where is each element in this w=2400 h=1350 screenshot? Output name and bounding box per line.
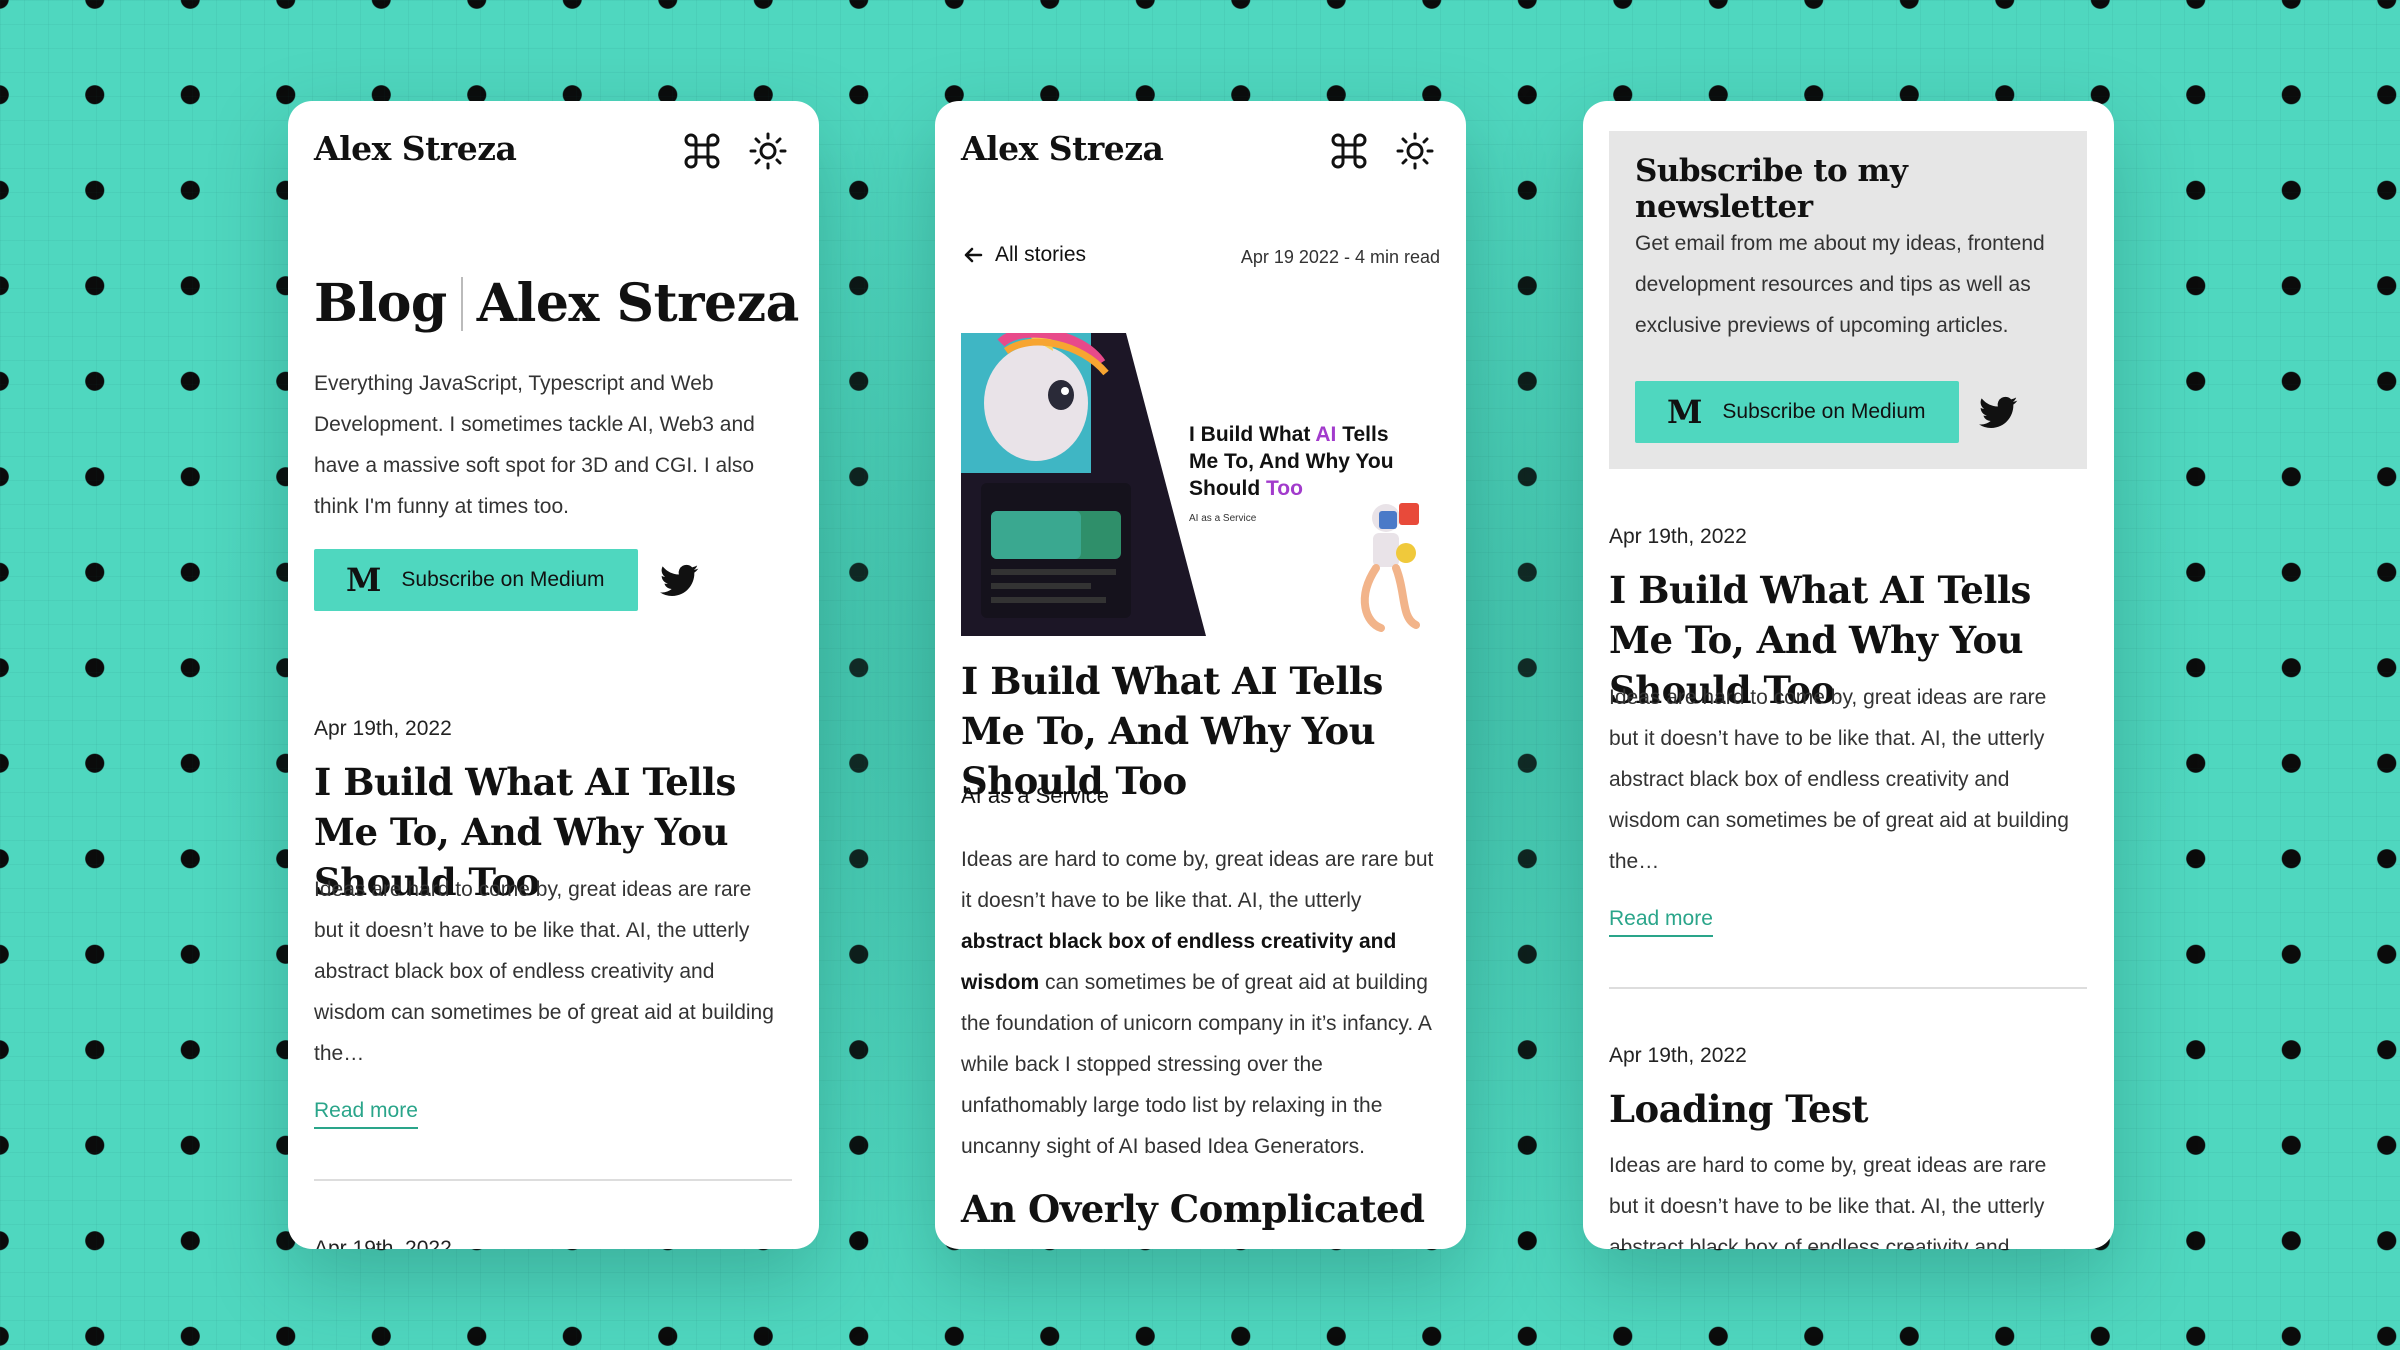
section-heading: An Overly Complicated	[961, 1187, 1425, 1231]
post-title[interactable]: Loading Test	[1609, 1084, 2099, 1134]
intro-text: Everything JavaScript, Typescript and We…	[314, 372, 755, 518]
back-label: All stories	[995, 243, 1087, 266]
phone-screen-article: Alex Streza All stories Apr 19 2022 - 4 …	[935, 101, 1466, 1249]
post-date: Apr 19th, 2022	[314, 717, 452, 740]
article-meta: Apr 19 2022 - 4 min read	[1240, 247, 1440, 267]
cover-title: I Build What AI Tells Me To, And Why You…	[1189, 421, 1419, 502]
newsletter-text: Get email from me about my ideas, fronte…	[1635, 232, 2045, 337]
post-divider	[1609, 987, 2087, 989]
command-icon[interactable]	[1329, 131, 1369, 171]
cover-title-too: Too	[1266, 477, 1303, 500]
newsletter-title: Subscribe to my newsletter	[1635, 153, 1908, 225]
read-more-link[interactable]: Read more	[314, 1099, 418, 1129]
post-date: Apr 19th, 2022	[1609, 1044, 1747, 1067]
medium-icon: M	[1667, 393, 1703, 431]
cover-title-ai: AI	[1315, 423, 1337, 446]
post-excerpt: Ideas are hard to come by, great ideas a…	[1609, 1154, 2047, 1249]
title-separator	[460, 276, 463, 331]
next-post-date: Apr 19th, 2022	[314, 1237, 452, 1249]
newsletter-box: Subscribe to my newsletter Get email fro…	[1609, 131, 2087, 469]
article-body-part-2: can sometimes be of great aid at buildin…	[961, 971, 1431, 1158]
subscribe-medium-button[interactable]: M Subscribe on Medium	[1635, 381, 1959, 443]
article-subtitle: AI as a Service	[961, 783, 1109, 808]
phone-screen-blog-home: Alex Streza Blog Alex Streza Everything …	[288, 101, 819, 1249]
page-title-blog: Blog	[314, 273, 447, 334]
back-to-stories-link[interactable]: All stories	[961, 243, 1086, 267]
article-body-part-1: Ideas are hard to come by, great ideas a…	[961, 848, 1434, 912]
article-body: Ideas are hard to come by, great ideas a…	[961, 839, 1439, 1167]
medium-icon: M	[346, 561, 382, 599]
twitter-icon[interactable]	[1977, 393, 2021, 433]
post-excerpt: Ideas are hard to come by, great ideas a…	[314, 878, 774, 1065]
cover-subtitle: AI as a Service	[1189, 513, 1257, 524]
sun-icon[interactable]	[1395, 131, 1435, 171]
post-excerpt: Ideas are hard to come by, great ideas a…	[1609, 686, 2069, 873]
sun-icon[interactable]	[748, 131, 788, 171]
arrow-left-icon	[964, 247, 983, 263]
article-cover-image: I Build What AI Tells Me To, And Why You…	[961, 333, 1439, 636]
brand-logo[interactable]: Alex Streza	[314, 129, 517, 168]
subscribe-medium-button[interactable]: M Subscribe on Medium	[314, 549, 638, 611]
brand-logo[interactable]: Alex Streza	[961, 129, 1164, 168]
cover-title-part-1: I Build What	[1189, 423, 1316, 446]
page-title: Blog Alex Streza	[314, 273, 799, 334]
page-title-name: Alex Streza	[476, 273, 800, 334]
phone-screen-newsletter-feed: Subscribe to my newsletter Get email fro…	[1583, 101, 2114, 1249]
post-divider	[314, 1179, 792, 1181]
twitter-icon[interactable]	[658, 561, 702, 601]
command-icon[interactable]	[682, 131, 722, 171]
read-more-link[interactable]: Read more	[1609, 907, 1713, 937]
subscribe-label: Subscribe on Medium	[1722, 400, 1926, 423]
subscribe-label: Subscribe on Medium	[401, 568, 605, 591]
post-date: Apr 19th, 2022	[1609, 525, 1747, 548]
